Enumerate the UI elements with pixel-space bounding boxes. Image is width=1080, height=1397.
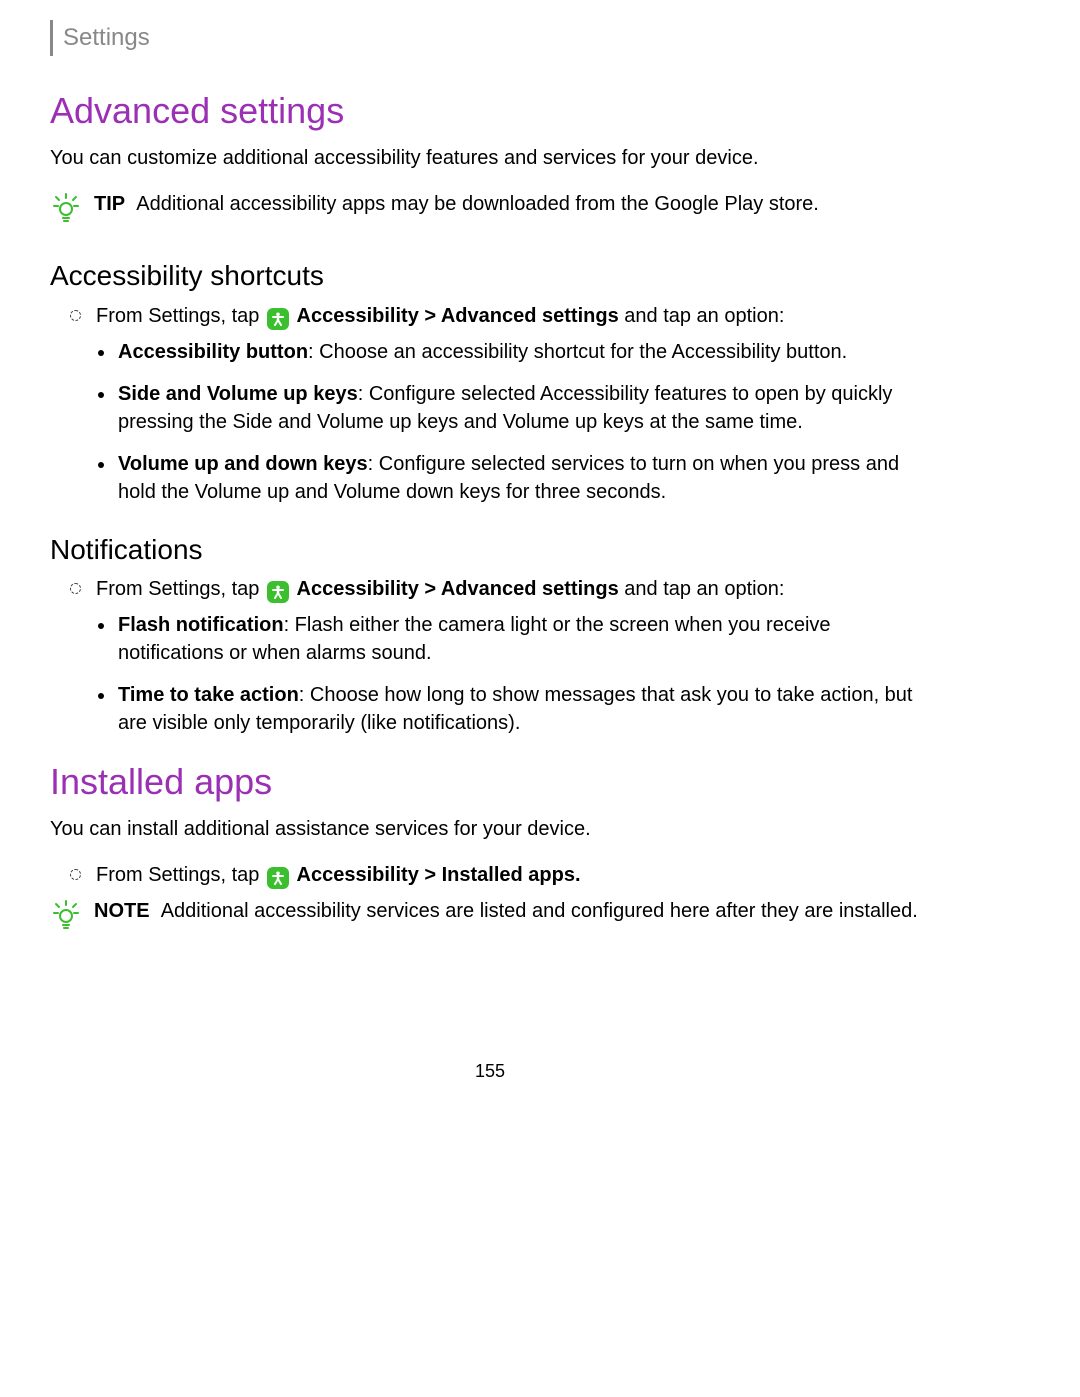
subsection-title-shortcuts: Accessibility shortcuts — [50, 256, 930, 295]
lead-prefix: From Settings, tap — [96, 864, 265, 886]
item-text: : Choose an accessibility shortcut for t… — [308, 341, 847, 363]
notification-item: Time to take action: Choose how long to … — [116, 681, 930, 737]
item-label: Time to take action — [118, 684, 299, 706]
tip-callout: TIP Additional accessibility apps may be… — [50, 190, 930, 232]
lead-suffix: and tap an option: — [624, 578, 784, 600]
note-text: Additional accessibility services are li… — [161, 900, 918, 922]
shortcut-item: Volume up and down keys: Configure selec… — [116, 450, 930, 506]
lead-mid: Accessibility > Advanced settings — [297, 578, 619, 600]
subsection-title-notifications: Notifications — [50, 530, 930, 569]
lead-suffix: and tap an option: — [624, 305, 784, 327]
advanced-intro: You can customize additional accessibili… — [50, 144, 930, 172]
page-header: Settings — [50, 20, 930, 56]
note-body: NOTE Additional accessibility services a… — [94, 897, 930, 925]
lightbulb-icon — [50, 899, 82, 939]
notification-item: Flash notification: Flash either the cam… — [116, 611, 930, 667]
item-label: Accessibility button — [118, 341, 308, 363]
installed-intro: You can install additional assistance se… — [50, 815, 930, 843]
tip-text: Additional accessibility apps may be dow… — [136, 193, 819, 215]
note-callout: NOTE Additional accessibility services a… — [50, 897, 930, 939]
header-label: Settings — [63, 21, 150, 55]
tip-label: TIP — [94, 193, 125, 215]
item-label: Flash notification — [118, 614, 284, 636]
lead-prefix: From Settings, tap — [96, 305, 265, 327]
accessibility-icon — [267, 308, 289, 330]
header-divider — [50, 20, 53, 56]
note-label: NOTE — [94, 900, 150, 922]
section-title-installed: Installed apps — [50, 757, 930, 807]
section-title-advanced: Advanced settings — [50, 86, 930, 136]
item-label: Side and Volume up keys — [118, 383, 358, 405]
installed-lead-item: From Settings, tap Accessibility > Insta… — [96, 861, 930, 889]
shortcut-item: Accessibility button: Choose an accessib… — [116, 338, 930, 366]
item-label: Volume up and down keys — [118, 453, 368, 475]
page-number: 155 — [50, 1059, 930, 1084]
lead-mid: Accessibility > Installed apps. — [297, 864, 581, 886]
lead-mid: Accessibility > Advanced settings — [297, 305, 619, 327]
notifications-lead-item: From Settings, tap Accessibility > Advan… — [96, 575, 930, 603]
shortcut-item: Side and Volume up keys: Configure selec… — [116, 380, 930, 436]
lightbulb-icon — [50, 192, 82, 232]
lead-prefix: From Settings, tap — [96, 578, 265, 600]
accessibility-icon — [267, 867, 289, 889]
accessibility-icon — [267, 581, 289, 603]
tip-body: TIP Additional accessibility apps may be… — [94, 190, 930, 218]
shortcuts-lead-item: From Settings, tap Accessibility > Advan… — [96, 302, 930, 330]
